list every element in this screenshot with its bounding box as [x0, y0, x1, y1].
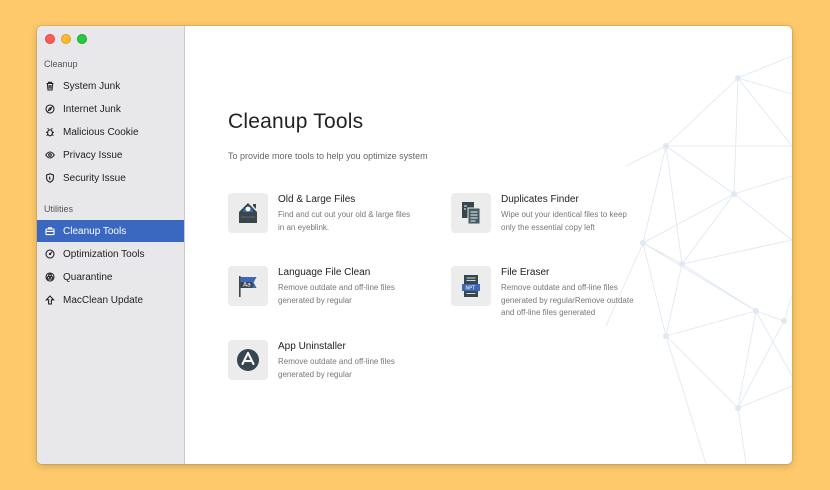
sidebar-item-macclean-update[interactable]: MacClean Update [37, 289, 184, 311]
sidebar-item-label: Cleanup Tools [63, 225, 127, 237]
window-controls [45, 34, 87, 44]
sidebar-item-system-junk[interactable]: System Junk [37, 75, 184, 97]
section-title-utilities: Utilities [44, 204, 74, 214]
tool-tile [451, 193, 491, 233]
sidebar-item-security-issue[interactable]: Security Issue [37, 167, 184, 189]
sidebar-item-internet-junk[interactable]: Internet Junk [37, 98, 184, 120]
sidebar-item-label: Malicious Cookie [63, 126, 139, 138]
bug-icon [45, 127, 55, 137]
tool-language-file-clean[interactable]: Aa Language File Clean Remove outdate an… [228, 266, 418, 307]
old-large-files-icon [239, 203, 257, 223]
sidebar-item-label: Privacy Issue [63, 149, 123, 161]
duplicates-icon [462, 202, 481, 225]
tool-description: Wipe out your identical files to keep on… [501, 210, 627, 232]
tool-tile [228, 340, 268, 380]
tool-name: File Eraser [501, 267, 550, 278]
network-background-decoration [605, 55, 792, 464]
sidebar-item-label: MacClean Update [63, 294, 144, 306]
page-subtitle: To provide more tools to help you optimi… [228, 151, 428, 161]
sidebar-item-label: System Junk [63, 80, 121, 92]
tool-tile [228, 193, 268, 233]
svg-text:Aa: Aa [243, 282, 251, 289]
minimize-button[interactable] [61, 34, 71, 44]
tool-name: App Uninstaller [278, 341, 346, 352]
biohazard-icon [45, 272, 55, 282]
gauge-icon [45, 249, 55, 259]
app-window: Cleanup System Junk Internet Junk Malici… [37, 26, 792, 464]
briefcase-icon [45, 226, 55, 236]
file-eraser-icon: NPT [462, 275, 480, 297]
sidebar-item-privacy-issue[interactable]: Privacy Issue [37, 144, 184, 166]
sidebar-item-label: Internet Junk [63, 103, 121, 115]
page-title: Cleanup Tools [228, 110, 364, 133]
sidebar-item-label: Quarantine [63, 271, 113, 283]
sidebar-item-optimization-tools[interactable]: Optimization Tools [37, 243, 184, 265]
app-store-icon [237, 349, 259, 371]
section-title-cleanup: Cleanup [44, 59, 78, 69]
compass-icon [45, 104, 55, 114]
tool-duplicates-finder[interactable]: Duplicates Finder Wipe out your identica… [451, 193, 641, 234]
tool-tile: Aa [228, 266, 268, 306]
tool-name: Language File Clean [278, 267, 371, 278]
tool-name: Old & Large Files [278, 194, 356, 205]
tool-old-large-files[interactable]: Old & Large Files Find and cut out your … [228, 193, 418, 234]
trash-icon [45, 81, 55, 91]
sidebar-item-cleanup-tools[interactable]: Cleanup Tools [37, 220, 184, 242]
tool-file-eraser[interactable]: NPT File Eraser Remove outdate and off-l… [451, 266, 641, 320]
close-button[interactable] [45, 34, 55, 44]
tool-tile: NPT [451, 266, 491, 306]
sidebar-item-label: Security Issue [63, 172, 126, 184]
language-flag-icon: Aa [239, 276, 257, 297]
zoom-button[interactable] [77, 34, 87, 44]
tool-description: Find and cut out your old & large files … [278, 210, 411, 232]
shield-icon [45, 173, 55, 183]
sidebar-item-label: Optimization Tools [63, 248, 145, 260]
tool-description: Remove outdate and off-line files genera… [278, 283, 395, 305]
eye-icon [45, 150, 55, 160]
sidebar-item-malicious-cookie[interactable]: Malicious Cookie [37, 121, 184, 143]
arrow-up-icon [45, 295, 55, 305]
tool-app-uninstaller[interactable]: App Uninstaller Remove outdate and off-l… [228, 340, 418, 381]
main-panel: Cleanup Tools To provide more tools to h… [186, 26, 792, 464]
tool-name: Duplicates Finder [501, 194, 579, 205]
tool-description: Remove outdate and off-line files genera… [501, 283, 634, 317]
sidebar-item-quarantine[interactable]: Quarantine [37, 266, 184, 288]
svg-text:NPT: NPT [465, 286, 476, 292]
tool-description: Remove outdate and off-line files genera… [278, 357, 395, 379]
sidebar: Cleanup System Junk Internet Junk Malici… [37, 26, 185, 464]
